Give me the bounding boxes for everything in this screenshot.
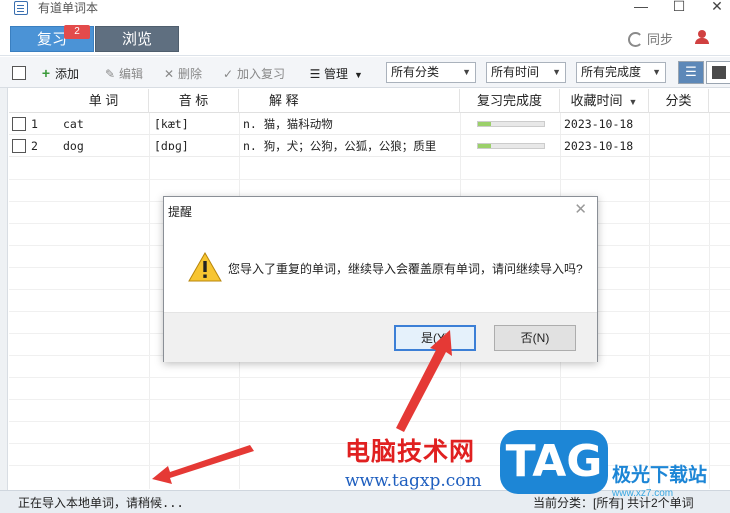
pencil-icon: ✎	[104, 67, 116, 81]
tab-browse-label: 浏览	[121, 31, 152, 48]
yes-button[interactable]: 是(Y)	[394, 325, 476, 351]
dialog-footer: 是(Y) 否(N)	[164, 312, 597, 362]
time-select-value: 所有时间	[491, 65, 540, 79]
chevron-down-icon: ▼	[462, 67, 471, 77]
review-progress-bar	[477, 143, 545, 149]
no-button[interactable]: 否(N)	[494, 325, 576, 351]
header-meaning[interactable]: 解 释	[239, 89, 460, 113]
header-time[interactable]: 收藏时间 ▼	[560, 89, 649, 113]
chevron-down-icon: ▼	[652, 67, 661, 77]
watermark-site: 极光下载站	[612, 464, 708, 486]
manage-dropdown-icon: ▼	[354, 70, 363, 80]
header-phonetic[interactable]: 音 标	[149, 89, 239, 113]
toolbar: + 添加 ✎ 编辑 ✕ 删除 ✓ 加入复习 ☰ 管理 ▼ 所有分类 ▼ 所有时间 ▼ 所有完成度…	[0, 57, 730, 88]
row-index: 1	[31, 117, 38, 131]
dialog-title: 提醒	[168, 205, 193, 219]
tab-review-label: 复习	[36, 31, 67, 48]
sync-button[interactable]: 同步	[628, 29, 673, 48]
duplicate-warning-dialog: 提醒 ✕ 您导入了重复的单词，继续导入会覆盖原有单词，请问继续导入吗? 是(Y)…	[163, 196, 598, 362]
edit-label: 编辑	[119, 67, 144, 81]
close-icon[interactable]: ✕	[574, 200, 587, 218]
header-time-label: 收藏时间	[570, 93, 623, 108]
x-icon: ✕	[163, 67, 175, 81]
sync-label: 同步	[647, 32, 674, 47]
review-progress-bar	[477, 121, 545, 127]
mode-tab-bar: 复习 浏览	[0, 22, 730, 56]
delete-button[interactable]: ✕ 删除	[163, 65, 202, 82]
close-window-button[interactable]: ✕	[702, 0, 730, 16]
add-button[interactable]: + 添加	[40, 65, 79, 82]
app-book-icon	[14, 1, 28, 15]
add-review-label: 加入复习	[237, 67, 286, 81]
user-icon[interactable]	[695, 30, 709, 44]
table-row[interactable]: 1 cat [kæt] n. 猫，猫科动物 2023-10-18	[9, 113, 730, 135]
row-time: 2023-10-18	[564, 117, 634, 131]
row-meaning: n. 狗，犬；公狗，公狐，公狼；质里	[243, 139, 437, 153]
chevron-down-icon: ▼	[552, 67, 561, 77]
category-select[interactable]: 所有分类 ▼	[386, 62, 476, 83]
row-checkbox[interactable]	[12, 117, 26, 131]
dialog-message: 您导入了重复的单词，继续导入会覆盖原有单词，请问继续导入吗?	[228, 262, 583, 276]
select-all-checkbox[interactable]	[12, 66, 26, 80]
window-title: 有道单词本	[38, 1, 99, 15]
add-review-button[interactable]: ✓ 加入复习	[222, 65, 285, 82]
completion-select[interactable]: 所有完成度 ▼	[576, 62, 666, 83]
card-view-button[interactable]	[706, 61, 730, 84]
manage-button[interactable]: ☰ 管理 ▼	[309, 65, 363, 82]
delete-label: 删除	[178, 67, 203, 81]
tab-browse[interactable]: 浏览	[95, 26, 179, 52]
row-phonetic: [kæt]	[154, 117, 189, 131]
row-time: 2023-10-18	[564, 139, 634, 153]
header-word[interactable]: 单 词	[59, 89, 149, 113]
list-view-button[interactable]: ☰	[678, 61, 704, 84]
review-progress-fill	[478, 144, 492, 148]
table-header: 单 词 音 标 解 释 复习完成度 收藏时间 ▼ 分类	[9, 89, 730, 113]
plus-icon: +	[41, 65, 51, 81]
row-checkbox[interactable]	[12, 139, 26, 153]
edit-button[interactable]: ✎ 编辑	[104, 65, 143, 82]
warning-icon	[188, 252, 222, 282]
status-message: 正在导入本地单词，请稍候...	[18, 496, 184, 510]
row-word: cat	[63, 117, 84, 131]
sync-icon	[628, 32, 643, 47]
header-progress[interactable]: 复习完成度	[460, 89, 560, 113]
review-count-badge: 2	[64, 25, 90, 39]
row-meaning: n. 猫，猫科动物	[243, 117, 333, 131]
time-select[interactable]: 所有时间 ▼	[486, 62, 566, 83]
completion-select-value: 所有完成度	[581, 65, 642, 79]
add-label: 添加	[55, 67, 80, 81]
manage-label: 管理	[324, 67, 349, 81]
row-phonetic: [dɒɡ]	[154, 139, 189, 153]
watermark-text: 电脑技术网	[345, 437, 476, 466]
category-select-value: 所有分类	[391, 65, 440, 79]
watermark-url: www.tagxp.com	[345, 471, 482, 491]
row-word: dog	[63, 139, 84, 153]
maximize-button[interactable]: ☐	[664, 0, 694, 16]
minimize-button[interactable]: —	[626, 0, 656, 16]
header-category[interactable]: 分类	[649, 89, 709, 113]
check-icon: ✓	[222, 67, 234, 81]
review-progress-fill	[478, 122, 492, 126]
table-row[interactable]: 2 dog [dɒɡ] n. 狗，犬；公狗，公狐，公狼；质里 2023-10-1…	[9, 135, 730, 157]
sort-desc-icon: ▼	[628, 97, 638, 107]
watermark-site-url: www.xz7.com	[612, 488, 674, 499]
watermark-logo: TAG	[500, 430, 608, 494]
left-panel-strip	[0, 88, 8, 490]
list-icon: ☰	[309, 67, 321, 81]
title-bar: 有道单词本 — ☐ ✕	[0, 0, 730, 22]
row-index: 2	[31, 139, 38, 153]
